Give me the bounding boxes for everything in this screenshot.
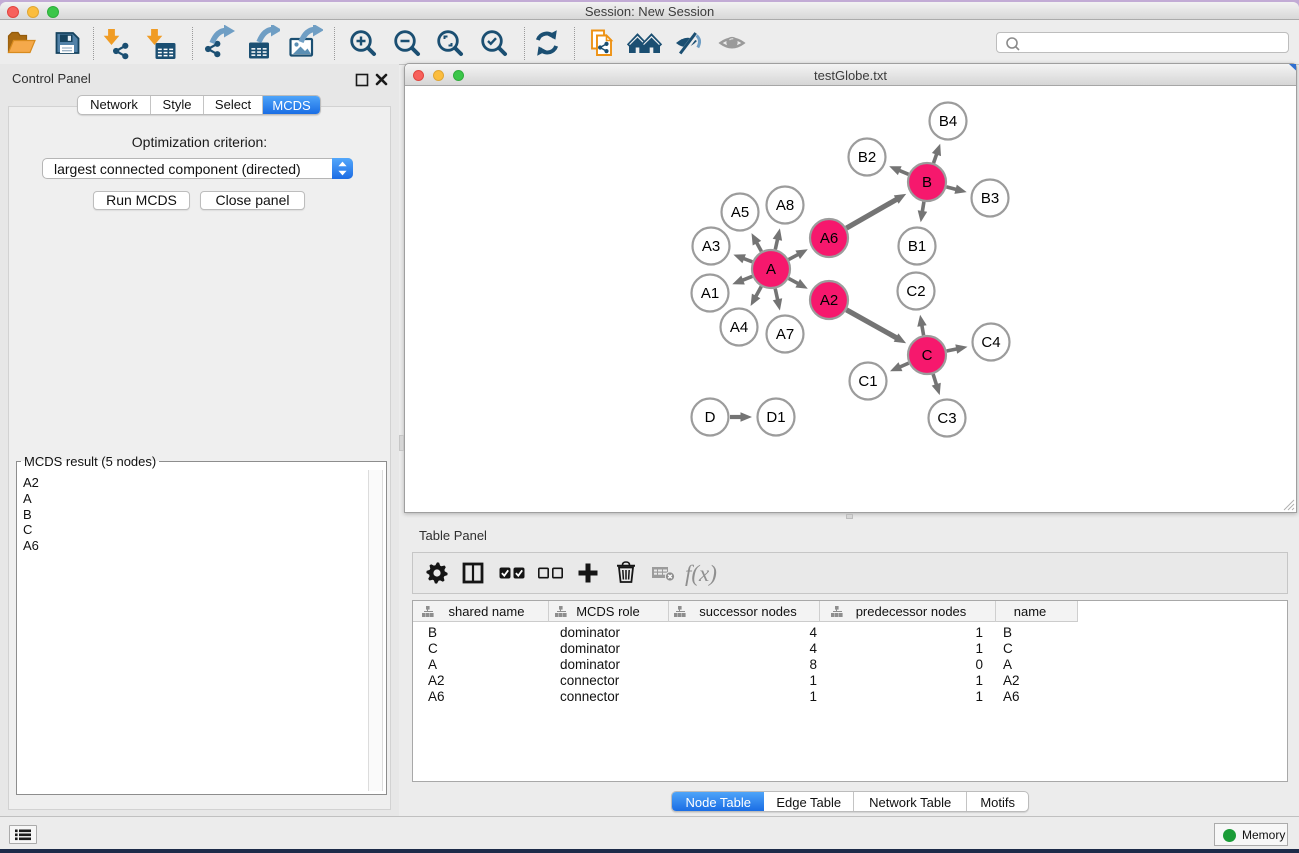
svg-text:B3: B3: [981, 190, 999, 207]
svg-text:A1: A1: [701, 285, 719, 302]
svg-text:A6: A6: [820, 230, 838, 247]
svg-text:D1: D1: [766, 409, 785, 426]
svg-text:B2: B2: [858, 149, 876, 166]
svg-text:A3: A3: [702, 238, 720, 255]
svg-text:C1: C1: [858, 373, 877, 390]
svg-text:A7: A7: [776, 326, 794, 343]
svg-text:A: A: [766, 261, 776, 278]
svg-text:A4: A4: [730, 319, 748, 336]
svg-text:C3: C3: [937, 410, 956, 427]
svg-text:A8: A8: [776, 197, 794, 214]
svg-text:f(x): f(x): [685, 561, 717, 586]
svg-text:B1: B1: [908, 238, 926, 255]
svg-text:D: D: [705, 409, 716, 426]
svg-text:A2: A2: [820, 292, 838, 309]
svg-text:C: C: [922, 347, 933, 364]
svg-text:A5: A5: [731, 204, 749, 221]
svg-text:B4: B4: [939, 113, 957, 130]
svg-text:C2: C2: [906, 283, 925, 300]
svg-text:C4: C4: [981, 334, 1000, 351]
svg-text:B: B: [922, 174, 932, 191]
